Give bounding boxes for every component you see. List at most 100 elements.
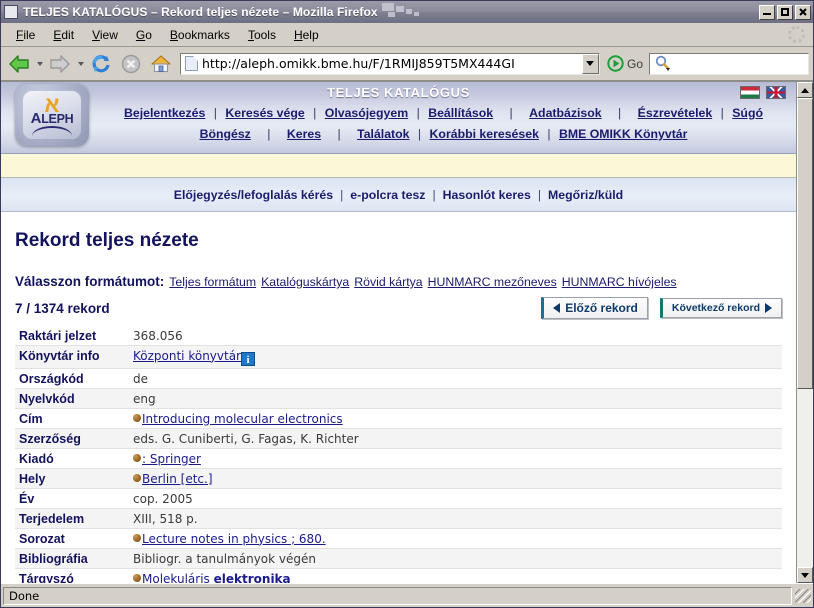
record-value-text: 368.056: [133, 328, 183, 343]
record-field-label: Országkód: [15, 368, 133, 389]
record-field-value: cop. 2005: [133, 488, 782, 509]
resize-grip-icon[interactable]: [795, 588, 811, 603]
open-book-icon: [32, 126, 72, 136]
record-detail-table: Raktári jelzet 368.056 Könyvtár info Közpon…: [15, 326, 782, 583]
menu-item-edit[interactable]: Edit: [44, 26, 83, 44]
action-megoriz-kuld[interactable]: Megőriz/küld: [548, 188, 623, 202]
table-row: Sorozat Lecture notes in physics ; 680.: [15, 528, 782, 549]
url-dropdown-button[interactable]: [581, 53, 599, 74]
reload-button[interactable]: [87, 50, 115, 78]
record-value-link[interactable]: Molekuláris elektronika: [142, 572, 291, 584]
record-value-link[interactable]: Lecture notes in physics ; 680.: [142, 532, 326, 546]
table-row: Terjedelem XIII, 518 p.: [15, 508, 782, 529]
titlebar-decoration: [381, 3, 759, 21]
page-favicon-icon: [185, 56, 198, 71]
home-button[interactable]: [147, 50, 175, 78]
record-field-label: Kiadó: [15, 448, 133, 469]
record-value-link[interactable]: Berlin [etc.]: [142, 472, 213, 486]
go-label: Go: [626, 56, 643, 71]
scrollbar-track[interactable]: [797, 98, 813, 567]
action-hasonlot-keres[interactable]: Hasonlót keres: [443, 188, 531, 202]
record-field-label: Terjedelem: [15, 508, 133, 529]
record-value-text: de: [133, 371, 148, 386]
flag-hungary-icon[interactable]: [740, 86, 760, 99]
nav-link-bme-omikk-konyvtar[interactable]: BME OMIKK Könyvtár: [559, 127, 687, 141]
format-option-teljes-formatum[interactable]: Teljes formátum: [169, 275, 256, 289]
navigation-toolbar: http://aleph.omikk.bme.hu/F/1RMIJ859T5MX…: [1, 47, 813, 81]
menu-item-go[interactable]: Go: [127, 26, 161, 44]
menu-item-view[interactable]: View: [83, 26, 127, 44]
prev-record-button[interactable]: Előző rekord: [541, 297, 648, 319]
nav-separator: |: [213, 106, 217, 120]
flag-uk-icon[interactable]: [766, 86, 786, 99]
record-value-text: Bibliogr. a tanulmányok végén: [133, 551, 316, 566]
record-value-text: XIII, 518 p.: [133, 511, 198, 526]
format-option-kataloguskartya[interactable]: Katalóguskártya: [261, 275, 349, 289]
record-value-text: eng: [133, 391, 156, 406]
format-option-hunmarc-mezoneves[interactable]: HUNMARC mezőneves: [428, 275, 557, 289]
nav-link-kereses-vege[interactable]: Keresés vége: [225, 106, 304, 120]
nav-link-bongesz[interactable]: Böngész: [200, 127, 251, 141]
back-button[interactable]: [5, 50, 33, 78]
nav-link-keres[interactable]: Keres: [287, 127, 321, 141]
page-scrollbar[interactable]: [796, 82, 813, 583]
record-count: 7 / 1374 rekord: [15, 300, 110, 316]
close-button[interactable]: [795, 4, 811, 20]
record-value-link[interactable]: Introducing molecular electronics: [142, 412, 343, 426]
record-field-value: 368.056: [133, 326, 782, 346]
menu-item-tools[interactable]: Tools: [239, 26, 285, 44]
minimize-button[interactable]: [759, 4, 775, 20]
nav-link-korabbi-keresesek[interactable]: Korábbi keresések: [430, 127, 539, 141]
record-field-value: de: [133, 368, 782, 389]
info-icon[interactable]: i: [241, 351, 255, 366]
bullet-icon: [133, 413, 141, 422]
menu-item-bookmarks[interactable]: Bookmarks: [161, 26, 239, 44]
record-field-label: Tárgyszó: [15, 568, 133, 583]
format-option-hunmarc-hivojeles[interactable]: HUNMARC hívójeles: [562, 275, 677, 289]
record-field-value: Berlin [etc.]: [133, 468, 782, 489]
forward-dropdown-caret: [76, 50, 85, 78]
action-separator: |: [537, 187, 542, 202]
stop-button: [117, 50, 145, 78]
table-row: Nyelvkód eng: [15, 388, 782, 409]
nav-link-beallitasok[interactable]: Beállítások: [428, 106, 493, 120]
scrollbar-thumb[interactable]: [797, 98, 813, 389]
record-field-label: Bibliográfia: [15, 548, 133, 569]
next-record-button[interactable]: Következő rekord: [659, 298, 782, 318]
nav-link-olvasojegyem[interactable]: Olvasójegyem: [325, 106, 408, 120]
forward-button: [46, 50, 74, 78]
browser-viewport: א ALEPH TELJES KATALÓGUS Bejelentkezés |…: [1, 81, 813, 583]
status-bar: Done: [1, 583, 813, 607]
next-record-label: Következő rekord: [671, 302, 760, 314]
nav-link-eszrevetelek[interactable]: Észrevételek: [638, 106, 713, 120]
nav-link-sugo[interactable]: Súgó: [732, 106, 763, 120]
record-field-label: Év: [15, 488, 133, 509]
action-elojegyzes[interactable]: Előjegyzés/lefoglalás kérés: [174, 188, 333, 202]
table-row: Év cop. 2005: [15, 488, 782, 509]
action-e-polcra-tesz[interactable]: e-polcra tesz: [350, 188, 425, 202]
record-value-link[interactable]: : Springer: [142, 452, 201, 466]
menu-item-file[interactable]: File: [7, 26, 44, 44]
nav-link-bejelentkezes[interactable]: Bejelentkezés: [124, 106, 205, 120]
record-value-link[interactable]: Központi könyvtár: [133, 349, 241, 363]
format-option-rovid-kartya[interactable]: Rövid kártya: [354, 275, 422, 289]
search-input[interactable]: [649, 52, 809, 75]
record-field-label: Szerzőség: [15, 428, 133, 449]
nav-separator: |: [547, 127, 551, 141]
go-control[interactable]: Go: [605, 55, 645, 72]
scroll-up-arrow-icon[interactable]: [797, 82, 813, 98]
nav-separator: |: [509, 106, 513, 120]
prev-record-label: Előző rekord: [565, 301, 638, 315]
menu-item-help[interactable]: Help: [285, 26, 328, 44]
nav-link-adatbazisok[interactable]: Adatbázisok: [529, 106, 601, 120]
yellow-divider-strip: [1, 154, 796, 178]
triangle-left-icon: [553, 303, 561, 313]
table-row: Tárgyszó Molekuláris elektronika: [15, 568, 782, 584]
web-page: א ALEPH TELJES KATALÓGUS Bejelentkezés |…: [1, 82, 796, 583]
back-dropdown-caret[interactable]: [35, 50, 44, 78]
url-bar[interactable]: http://aleph.omikk.bme.hu/F/1RMIJ859T5MX…: [180, 52, 600, 75]
url-input[interactable]: http://aleph.omikk.bme.hu/F/1RMIJ859T5MX…: [202, 56, 582, 71]
maximize-button[interactable]: [777, 4, 793, 20]
scroll-down-arrow-icon[interactable]: [797, 567, 813, 583]
nav-link-talalatok[interactable]: Találatok: [357, 127, 409, 141]
